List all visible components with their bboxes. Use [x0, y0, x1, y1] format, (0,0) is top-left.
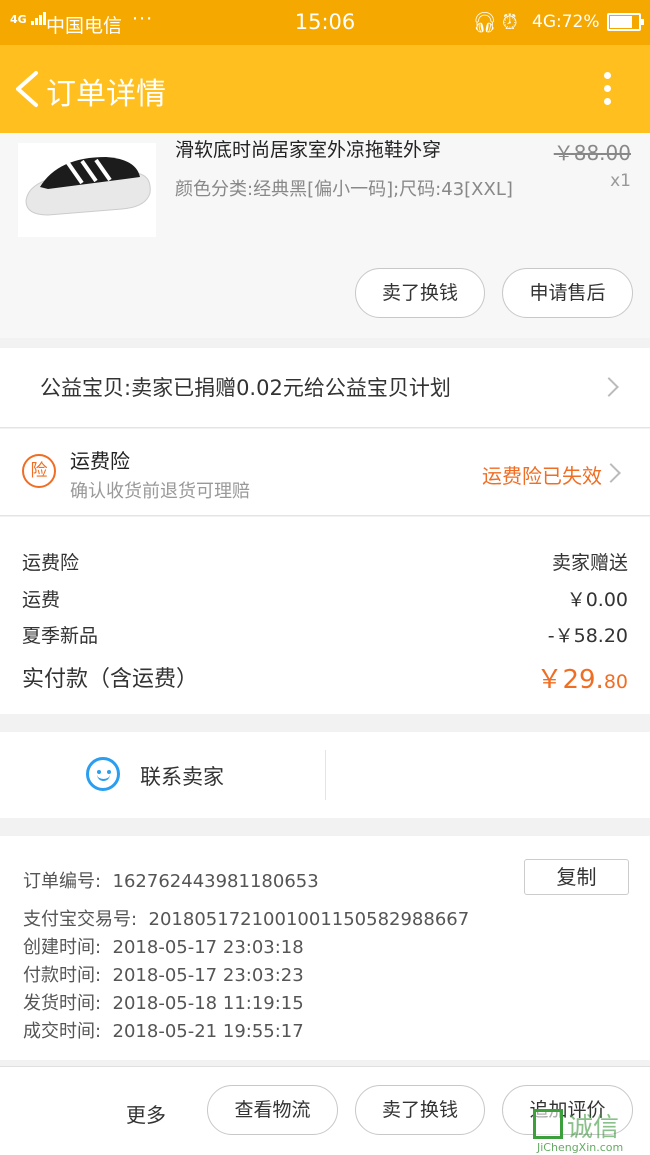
cost-value: 卖家赠送 — [551, 552, 628, 574]
cost-row-insurance: 运费险 卖家赠送 — [22, 548, 628, 575]
charity-row[interactable]: 公益宝贝:卖家已捐赠0.02元给公益宝贝计划 — [0, 348, 650, 428]
insurance-icon: 险 — [22, 454, 56, 488]
order-number-row: 订单编号: 162762443981180653 — [23, 867, 319, 893]
sell-for-cash-button[interactable]: 卖了换钱 — [355, 268, 485, 318]
cost-row-discount: 夏季新品 -￥58.20 — [22, 621, 628, 648]
chevron-right-icon — [601, 463, 621, 483]
cost-row-shipping: 运费 ￥0.00 — [22, 585, 628, 612]
product-spec: 颜色分类:经典黑[偏小一码];尺码:43[XXL] — [175, 179, 513, 200]
overflow-menu-icon[interactable] — [592, 67, 622, 111]
back-arrow-icon[interactable] — [10, 69, 46, 109]
alarm-icon: ⏰︎ — [502, 10, 518, 34]
after-sales-button[interactable]: 申请售后 — [502, 268, 633, 318]
info-value: 162762443981180653 — [112, 871, 319, 892]
headphone-icon: 🎧︎ — [472, 10, 498, 34]
total-amount-int: ￥29. — [536, 665, 604, 695]
sell-for-cash-bottom-button[interactable]: 卖了换钱 — [355, 1085, 485, 1135]
created-time-row: 创建时间: 2018-05-17 23:03:18 — [23, 933, 304, 959]
insurance-status: 运费险已失效 — [482, 464, 602, 488]
network-status: 4G:72% — [532, 12, 600, 32]
paid-time-row: 付款时间: 2018-05-17 23:03:23 — [23, 961, 304, 987]
info-label: 支付宝交易号: — [23, 909, 138, 930]
watermark-logo: 诚信 JiChengXin.com — [533, 1105, 650, 1154]
insurance-name: 运费险 — [70, 449, 130, 473]
shipped-time-row: 发货时间: 2018-05-18 11:19:15 — [23, 989, 304, 1015]
info-label: 创建时间: — [23, 937, 102, 958]
info-label: 成交时间: — [23, 1021, 102, 1042]
copy-button[interactable]: 复制 — [524, 859, 629, 895]
shipping-insurance-row[interactable]: 险 运费险 确认收货前退货可理赔 运费险已失效 — [0, 429, 650, 516]
order-info: 订单编号: 162762443981180653 复制 支付宝交易号: 2018… — [0, 836, 650, 1060]
contact-bar: 联系卖家 — [0, 732, 650, 818]
cost-label: 夏季新品 — [22, 625, 99, 647]
product-name: 滑软底时尚居家室外凉拖鞋外穿 — [175, 139, 442, 161]
info-label: 发货时间: — [23, 993, 102, 1014]
charity-text: 公益宝贝:卖家已捐赠0.02元给公益宝贝计划 — [40, 376, 451, 400]
network-label: 4G: — [532, 12, 562, 32]
insurance-description: 确认收货前退货可理赔 — [70, 481, 250, 502]
total-paid-row: 实付款（含运费） ￥29.80 — [22, 659, 628, 696]
alipay-trade-row: 支付宝交易号: 2018051721001001150582988667 — [23, 905, 469, 931]
completed-time-row: 成交时间: 2018-05-21 19:55:17 — [23, 1017, 304, 1043]
cost-value: -￥58.20 — [547, 625, 628, 647]
info-value: 2018-05-21 19:55:17 — [112, 1021, 304, 1042]
info-value: 2018-05-18 11:19:15 — [112, 993, 304, 1014]
status-bar: 4G 中国电信 ··· 15:06 🎧︎ ⏰︎ 4G:72% — [0, 0, 650, 45]
battery-percent: 72% — [561, 12, 600, 32]
info-value: 2018051721001001150582988667 — [148, 909, 470, 930]
title-bar: 订单详情 — [0, 45, 650, 133]
total-amount: ￥29.80 — [536, 659, 628, 696]
page-title: 订单详情 — [46, 77, 166, 112]
view-logistics-button[interactable]: 查看物流 — [207, 1085, 338, 1135]
cost-label: 运费 — [22, 589, 61, 611]
watermark-text: 诚信 — [567, 1113, 620, 1143]
total-amount-dec: 80 — [603, 671, 628, 693]
info-value: 2018-05-17 23:03:23 — [112, 965, 304, 986]
chat-face-icon[interactable] — [86, 757, 120, 791]
info-label: 订单编号: — [23, 871, 102, 892]
total-label: 实付款（含运费） — [22, 667, 199, 692]
original-price: ￥88.00 — [553, 141, 631, 165]
more-button[interactable]: 更多 — [126, 1099, 166, 1128]
battery-icon — [607, 13, 644, 31]
cost-value: ￥0.00 — [566, 589, 628, 611]
watermark-box-icon — [533, 1109, 563, 1139]
chevron-right-icon — [599, 377, 619, 397]
contact-seller-button[interactable]: 联系卖家 — [140, 761, 224, 791]
watermark-url: JiChengXin.com — [537, 1141, 624, 1154]
product-card[interactable]: 滑软底时尚居家室外凉拖鞋外穿 颜色分类:经典黑[偏小一码];尺码:43[XXL]… — [0, 133, 650, 338]
cost-summary: 运费险 卖家赠送 运费 ￥0.00 夏季新品 -￥58.20 实付款（含运费） … — [0, 517, 650, 714]
product-thumbnail[interactable] — [18, 143, 156, 237]
info-label: 付款时间: — [23, 965, 102, 986]
divider — [325, 750, 326, 800]
quantity: x1 — [610, 171, 631, 191]
info-value: 2018-05-17 23:03:18 — [112, 937, 304, 958]
cost-label: 运费险 — [22, 552, 80, 574]
